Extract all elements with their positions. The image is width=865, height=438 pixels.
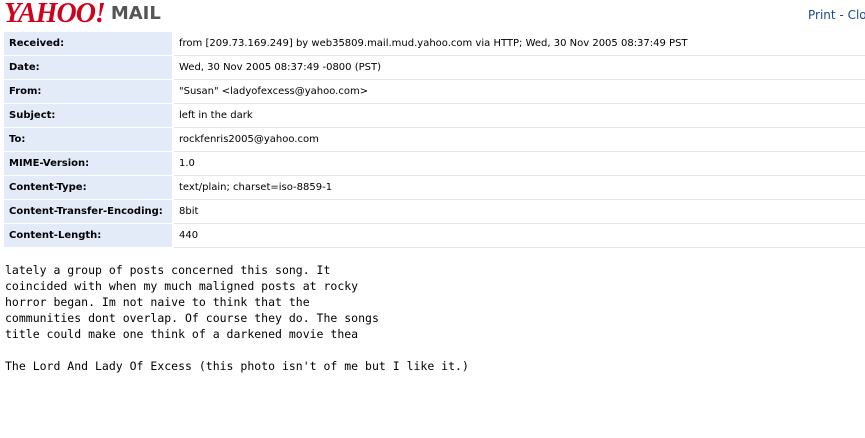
header-row-date: Date: Wed, 30 Nov 2005 08:37:49 -0800 (P… — [4, 55, 865, 80]
message-line: lately a group of posts concerned this s… — [5, 263, 331, 277]
header-label: From: — [4, 79, 174, 104]
print-link[interactable]: Print — [808, 8, 836, 22]
header-value: 8bit — [173, 199, 865, 224]
header-value: 440 — [173, 223, 865, 248]
header-label: Content-Length: — [4, 223, 174, 248]
link-separator: - — [835, 8, 848, 22]
header-value: rockfenris2005@yahoo.com — [173, 127, 865, 152]
yahoo-logo-text: YAHOO! — [4, 0, 106, 29]
message-line: title could make one think of a darkened… — [5, 327, 359, 341]
message-line: communities dont overlap. Of course they… — [5, 311, 379, 325]
header-label: Subject: — [4, 103, 174, 128]
full-headers-table: Received: from [209.73.169.249] by web35… — [4, 32, 865, 248]
header-row-content-length: Content-Length: 440 — [4, 223, 865, 248]
header-value: "Susan" <ladyofexcess@yahoo.com> — [173, 79, 865, 104]
message-line: coincided with when my much maligned pos… — [5, 279, 359, 293]
header-row-content-transfer-encoding: Content-Transfer-Encoding: 8bit — [4, 199, 865, 224]
header-label: Date: — [4, 55, 174, 80]
header-row-mime-version: MIME-Version: 1.0 — [4, 151, 865, 176]
header-value: left in the dark — [173, 103, 865, 128]
header-value: Wed, 30 Nov 2005 08:37:49 -0800 (PST) — [173, 55, 865, 80]
yahoo-mail-logo[interactable]: YAHOO! MAIL — [4, 0, 161, 28]
header-value: 1.0 — [173, 151, 865, 176]
header-value: from [209.73.169.249] by web35809.mail.m… — [173, 32, 865, 56]
header-label: To: — [4, 127, 174, 152]
mail-logo-text: MAIL — [110, 3, 161, 24]
header-label: MIME-Version: — [4, 151, 174, 176]
header-row-to: To: rockfenris2005@yahoo.com — [4, 127, 865, 152]
header-row-subject: Subject: left in the dark — [4, 103, 865, 128]
message-line: The Lord And Lady Of Excess (this photo … — [5, 359, 469, 373]
header-label: Content-Transfer-Encoding: — [4, 199, 174, 224]
message-line — [5, 342, 855, 358]
top-bar: YAHOO! MAIL Print - Clo — [0, 0, 865, 32]
header-label: Received: — [4, 32, 174, 56]
header-row-from: From: "Susan" <ladyofexcess@yahoo.com> — [4, 79, 865, 104]
header-value: text/plain; charset=iso-8859-1 — [173, 175, 865, 200]
header-label: Content-Type: — [4, 175, 174, 200]
message-line: horror began. Im not naive to think that… — [5, 295, 310, 309]
header-row-content-type: Content-Type: text/plain; charset=iso-88… — [4, 175, 865, 200]
header-row-received: Received: from [209.73.169.249] by web35… — [4, 32, 865, 56]
close-link[interactable]: Clo — [848, 8, 865, 22]
message-body: lately a group of posts concerned this s… — [5, 262, 855, 374]
top-links: Print - Clo — [808, 8, 865, 22]
